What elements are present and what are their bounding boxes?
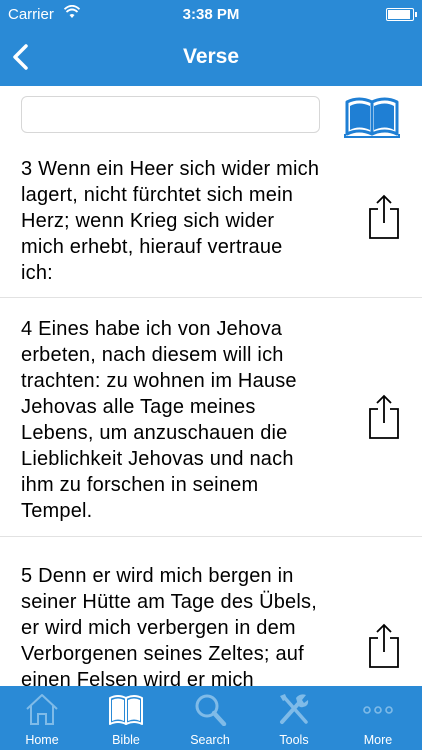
verse-list[interactable]: 3 Wenn ein Heer sich wider mich lagert, … [0, 144, 422, 686]
tab-home-label: Home [25, 733, 59, 747]
verse-row[interactable]: 4 Eines habe ich von Jehova erbeten, nac… [0, 298, 422, 537]
share-icon [369, 394, 399, 439]
navigation-bar: Verse [0, 28, 422, 86]
share-icon [369, 194, 399, 239]
status-bar: Carrier 3:38 PM [0, 0, 422, 28]
verse-row[interactable]: 3 Wenn ein Heer sich wider mich lagert, … [0, 144, 422, 298]
verse-text: 5 Denn er wird mich bergen in seiner Hüt… [21, 565, 317, 686]
tab-tools[interactable]: Tools [252, 686, 336, 750]
tab-search[interactable]: Search [168, 686, 252, 750]
home-icon [26, 694, 58, 725]
tab-tools-label: Tools [279, 733, 309, 747]
page-title: Verse [182, 45, 240, 68]
open-book-icon [344, 97, 400, 138]
share-button[interactable] [366, 194, 402, 240]
verse-row[interactable]: 5 Denn er wird mich bergen in seiner Hüt… [0, 537, 422, 686]
tab-bible[interactable]: Bible [84, 686, 168, 750]
verse-text: 4 Eines habe ich von Jehova erbeten, nac… [21, 318, 297, 522]
tab-home[interactable]: Home [0, 686, 84, 750]
tab-more-label: More [363, 733, 393, 747]
more-icon [363, 706, 393, 714]
search-input[interactable] [21, 96, 320, 133]
book-icon [109, 695, 143, 725]
tab-more[interactable]: More [336, 686, 420, 750]
tab-search-label: Search [190, 733, 230, 747]
tab-bible-label: Bible [112, 733, 140, 747]
share-button[interactable] [366, 623, 402, 669]
status-time: 3:38 PM [182, 6, 240, 23]
open-book-button[interactable] [344, 94, 400, 138]
search-icon [195, 694, 227, 726]
tab-bar: Home Bible Search Tools More [0, 686, 422, 750]
verse-text: 3 Wenn ein Heer sich wider mich lagert, … [21, 158, 320, 284]
share-icon [369, 623, 399, 668]
battery-icon [386, 8, 417, 21]
share-button[interactable] [366, 394, 402, 440]
search-row [0, 86, 422, 144]
tools-icon [280, 694, 309, 724]
